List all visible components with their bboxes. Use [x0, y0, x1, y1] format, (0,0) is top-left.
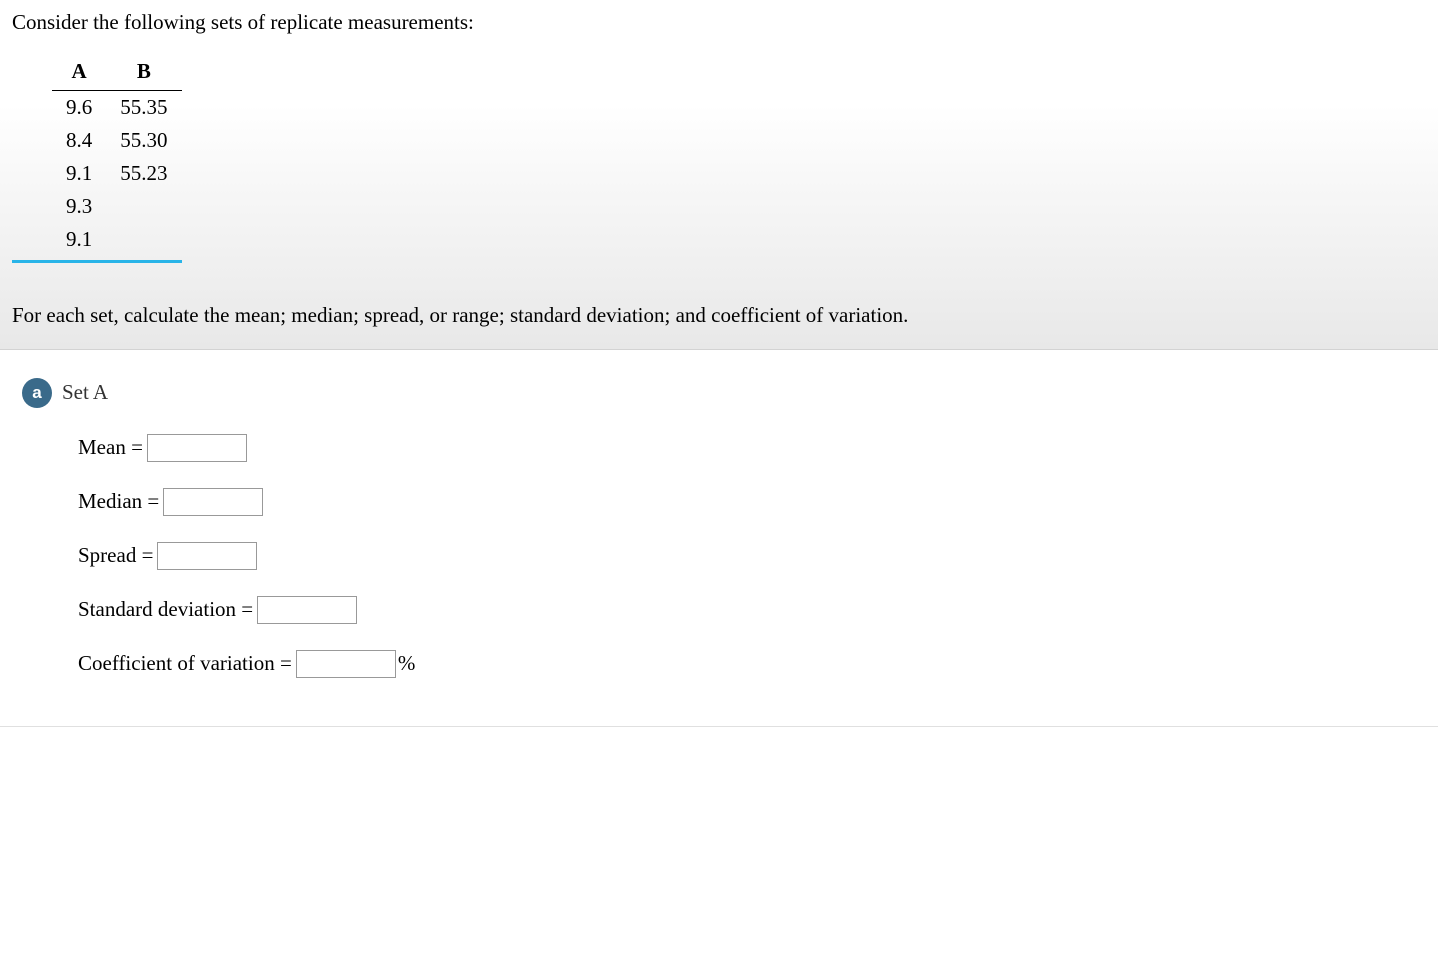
- mean-label: Mean =: [78, 435, 143, 460]
- cell-a: 9.6: [52, 91, 106, 125]
- table-row: 9.3: [52, 190, 182, 223]
- table-row: 9.6 55.35: [52, 91, 182, 125]
- spread-input[interactable]: [157, 542, 257, 570]
- data-table-wrap: A B 9.6 55.35 8.4 55.30 9.1 55.23: [12, 37, 182, 263]
- question-section: Consider the following sets of replicate…: [0, 0, 1438, 350]
- median-row: Median =: [78, 488, 1416, 516]
- table-row: 8.4 55.30: [52, 124, 182, 157]
- spread-label: Spread =: [78, 543, 153, 568]
- median-input[interactable]: [163, 488, 263, 516]
- stddev-label: Standard deviation =: [78, 597, 253, 622]
- question-prompt: Consider the following sets of replicate…: [12, 8, 1426, 37]
- part-header: a Set A: [22, 378, 1416, 408]
- answer-section: a Set A Mean = Median = Spread = Standar…: [0, 350, 1438, 727]
- part-title: Set A: [62, 380, 108, 405]
- col-header-a: A: [52, 55, 106, 91]
- table-row: 9.1 55.23: [52, 157, 182, 190]
- question-instruction: For each set, calculate the mean; median…: [12, 301, 1426, 330]
- cov-unit: %: [398, 651, 416, 676]
- cov-row: Coefficient of variation = %: [78, 650, 1416, 678]
- cell-b: 55.35: [106, 91, 181, 125]
- part-badge: a: [22, 378, 52, 408]
- cell-a: 9.1: [52, 223, 106, 256]
- cov-input[interactable]: [296, 650, 396, 678]
- answer-rows: Mean = Median = Spread = Standard deviat…: [78, 434, 1416, 678]
- cell-a: 9.3: [52, 190, 106, 223]
- table-row: 9.1: [52, 223, 182, 256]
- cell-a: 8.4: [52, 124, 106, 157]
- data-table: A B 9.6 55.35 8.4 55.30 9.1 55.23: [52, 55, 182, 256]
- cell-b: [106, 190, 181, 223]
- cell-b: 55.23: [106, 157, 181, 190]
- mean-row: Mean =: [78, 434, 1416, 462]
- cell-b: 55.30: [106, 124, 181, 157]
- stddev-row: Standard deviation =: [78, 596, 1416, 624]
- stddev-input[interactable]: [257, 596, 357, 624]
- cell-b: [106, 223, 181, 256]
- mean-input[interactable]: [147, 434, 247, 462]
- col-header-b: B: [106, 55, 181, 91]
- cell-a: 9.1: [52, 157, 106, 190]
- spread-row: Spread =: [78, 542, 1416, 570]
- cov-label: Coefficient of variation =: [78, 651, 292, 676]
- median-label: Median =: [78, 489, 159, 514]
